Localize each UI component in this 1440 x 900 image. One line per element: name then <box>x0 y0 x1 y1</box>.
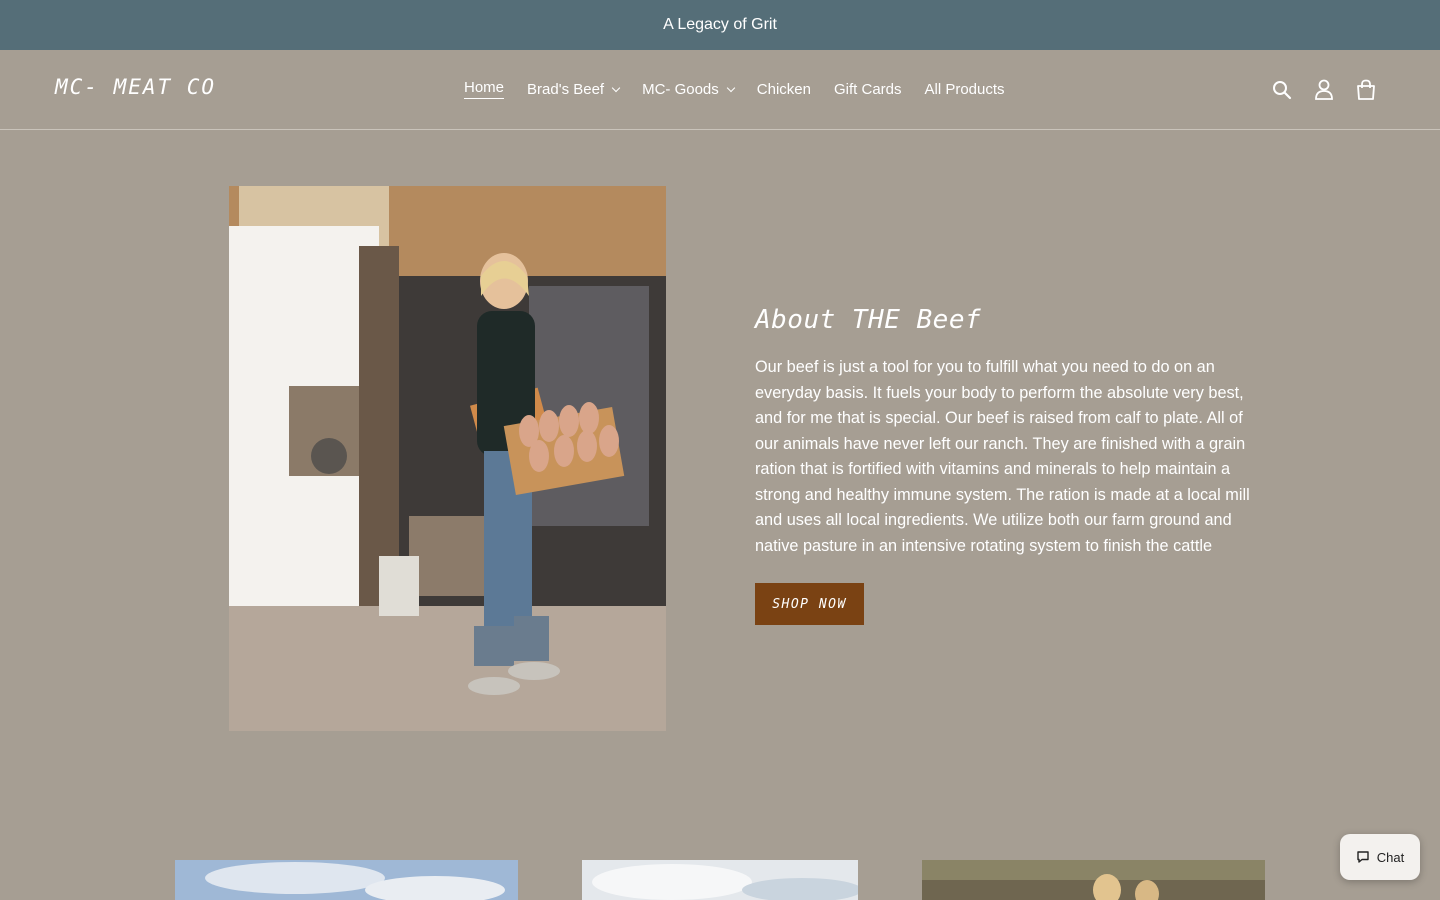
shop-now-button[interactable]: SHOP NOW <box>755 583 864 625</box>
chevron-down-icon <box>726 83 736 92</box>
nav-item-gift-cards[interactable]: Gift Cards <box>834 79 902 99</box>
search-icon[interactable] <box>1270 78 1294 102</box>
announcement-bar: A Legacy of Grit <box>0 0 1440 50</box>
nav-item-mc-goods[interactable]: MC- Goods <box>642 79 736 99</box>
chat-button[interactable]: Chat <box>1340 834 1420 880</box>
nav-item-home[interactable]: Home <box>464 79 505 99</box>
collection-image[interactable] <box>922 860 1265 900</box>
announcement-text: A Legacy of Grit <box>663 16 777 33</box>
main-nav: Home Brad's Beef MC- Goods Chicken Gift … <box>464 79 1028 99</box>
chat-bubble-icon <box>1357 851 1369 863</box>
site-logo[interactable]: MC- MEAT CO <box>55 75 216 99</box>
chevron-down-icon <box>611 83 621 92</box>
hero-photo <box>229 186 666 731</box>
cart-icon[interactable] <box>1354 78 1378 102</box>
about-title: About THE Beef <box>755 305 982 335</box>
header-icons <box>1270 78 1378 102</box>
nav-label: Chicken <box>756 80 811 98</box>
nav-item-all-products[interactable]: All Products <box>925 79 1005 99</box>
nav-label: Home <box>464 79 505 99</box>
nav-item-chicken[interactable]: Chicken <box>757 79 811 99</box>
nav-label: All Products <box>924 80 1005 98</box>
about-body: Our beef is just a tool for you to fulfi… <box>755 358 1250 555</box>
collection-image[interactable] <box>175 860 518 900</box>
nav-label: Brad's Beef <box>527 80 605 98</box>
collection-image[interactable] <box>582 860 858 900</box>
nav-label: Gift Cards <box>833 80 902 98</box>
site-header: MC- MEAT CO Home Brad's Beef MC- Goods C… <box>0 50 1440 130</box>
account-icon[interactable] <box>1312 78 1336 102</box>
about-section: About THE Beef Our beef is just a tool f… <box>755 305 1265 559</box>
nav-label: MC- Goods <box>642 80 719 98</box>
nav-item-brads-beef[interactable]: Brad's Beef <box>527 79 621 99</box>
chat-label: Chat <box>1376 849 1405 865</box>
